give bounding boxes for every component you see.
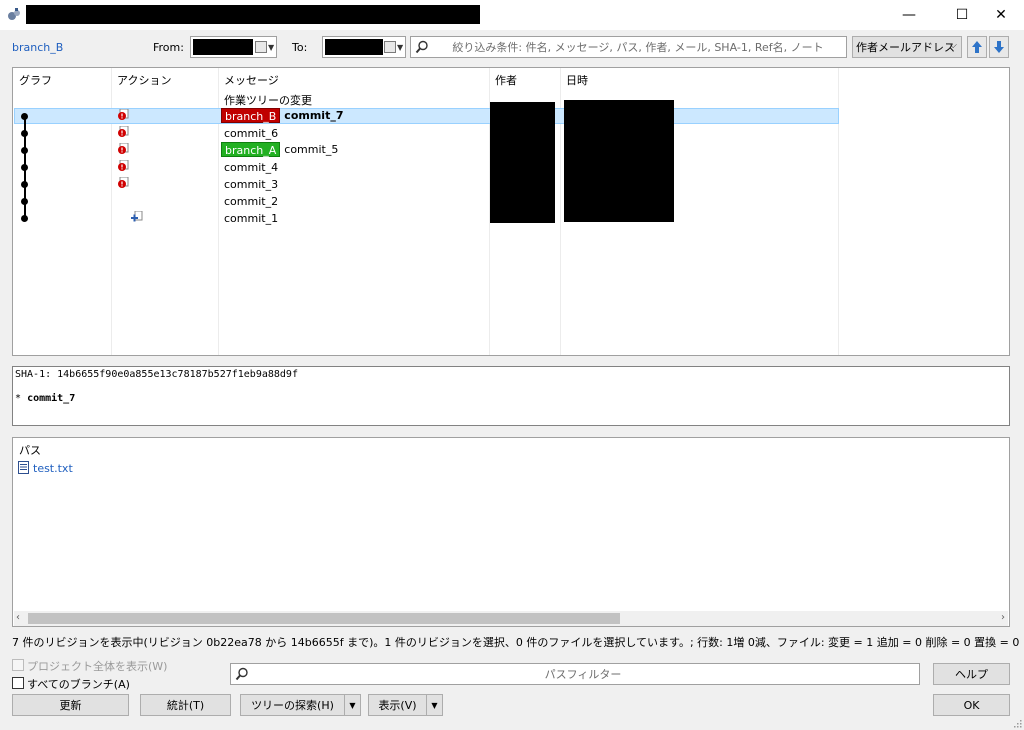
statistics-button[interactable]: 統計(T) bbox=[140, 694, 231, 716]
ref-label-branch-b[interactable]: branch_B bbox=[221, 108, 281, 123]
modified-icon bbox=[118, 143, 129, 154]
graph-node bbox=[21, 215, 28, 222]
horizontal-scrollbar[interactable]: ‹ › bbox=[14, 611, 1008, 626]
graph-node bbox=[21, 198, 28, 205]
status-text: 7 件のリビジョンを表示中(リビジョン 0b22ea78 から 14b6655f… bbox=[12, 636, 1020, 649]
author-column-redacted bbox=[490, 102, 555, 223]
graph-node bbox=[21, 181, 28, 188]
tree-explore-label: ツリーの探索(H) bbox=[251, 699, 334, 712]
commit-message-pane[interactable]: SHA-1: 14b6655f90e0a855e13c78187b527f1eb… bbox=[12, 366, 1010, 426]
close-button[interactable]: ✕ bbox=[978, 0, 1024, 30]
to-date-picker[interactable]: ▼ bbox=[322, 36, 406, 58]
to-label: To: bbox=[292, 41, 308, 54]
chevron-down-icon[interactable]: ▼ bbox=[426, 695, 442, 715]
column-message[interactable]: メッセージ bbox=[224, 72, 279, 88]
chevron-down-icon: ⌵ bbox=[949, 40, 957, 51]
chevron-down-icon[interactable]: ▼ bbox=[344, 695, 360, 715]
scroll-left-icon[interactable]: ‹ bbox=[16, 612, 20, 623]
added-icon bbox=[131, 211, 143, 222]
modified-icon bbox=[118, 177, 129, 188]
path-filter-box[interactable] bbox=[230, 663, 920, 685]
ref-label-branch-a[interactable]: branch_A bbox=[221, 142, 281, 157]
filter-field-value: 作者メールアドレス bbox=[856, 41, 955, 54]
ok-button[interactable]: OK bbox=[933, 694, 1010, 716]
arrow-up-icon bbox=[972, 41, 982, 53]
message-commit-2[interactable]: commit_2 bbox=[224, 195, 278, 208]
log-row[interactable]: branch_A commit_5 bbox=[221, 142, 338, 157]
help-button[interactable]: ヘルプ bbox=[933, 663, 1010, 685]
window-title-redacted bbox=[26, 5, 480, 24]
chevron-down-icon: ▼ bbox=[268, 43, 275, 52]
message-working-tree[interactable]: 作業ツリーの変更 bbox=[224, 92, 312, 108]
column-author[interactable]: 作者 bbox=[495, 72, 517, 88]
from-date-redacted bbox=[193, 39, 253, 55]
graph-node bbox=[21, 147, 28, 154]
chevron-down-icon: ▼ bbox=[397, 43, 404, 52]
calendar-icon bbox=[384, 41, 396, 53]
graph-node bbox=[21, 164, 28, 171]
scrollbar-thumb[interactable] bbox=[28, 613, 620, 624]
show-whole-project-checkbox[interactable] bbox=[12, 659, 24, 671]
resize-grip-icon[interactable] bbox=[1012, 718, 1022, 728]
calendar-icon bbox=[255, 41, 267, 53]
search-input[interactable] bbox=[433, 38, 843, 56]
all-branches-checkbox[interactable] bbox=[12, 677, 24, 689]
next-match-button[interactable] bbox=[989, 36, 1009, 58]
changed-files-list[interactable]: パス test.txt ‹ › bbox=[12, 437, 1010, 627]
minimize-button[interactable]: — bbox=[886, 0, 932, 30]
from-label: From: bbox=[153, 41, 184, 54]
modified-icon bbox=[118, 160, 129, 171]
show-whole-project-label: プロジェクト全体を表示(W) bbox=[27, 660, 168, 673]
message-commit-3[interactable]: commit_3 bbox=[224, 178, 278, 191]
current-branch-link[interactable]: branch_B bbox=[12, 41, 63, 54]
from-date-picker[interactable]: ▼ bbox=[190, 36, 277, 58]
message-commit-7: commit_7 bbox=[284, 109, 344, 122]
all-branches-label: すべてのブランチ(A) bbox=[27, 678, 130, 691]
modified-icon bbox=[118, 109, 129, 120]
bullet: * bbox=[15, 393, 22, 404]
date-column-redacted bbox=[564, 100, 674, 222]
message-commit-6[interactable]: commit_6 bbox=[224, 127, 278, 140]
column-graph[interactable]: グラフ bbox=[19, 72, 52, 88]
path-filter-input[interactable] bbox=[253, 665, 913, 683]
column-path[interactable]: パス bbox=[19, 442, 41, 458]
view-label: 表示(V) bbox=[378, 699, 417, 712]
previous-match-button[interactable] bbox=[967, 36, 987, 58]
revision-log-list[interactable]: グラフ アクション メッセージ 作者 日時 作業ツリーの変更 branch_B … bbox=[12, 67, 1010, 356]
tree-explore-split-button[interactable]: ツリーの探索(H) ▼ bbox=[240, 694, 361, 716]
search-icon bbox=[415, 40, 428, 54]
graph-node bbox=[21, 113, 28, 120]
app-icon bbox=[8, 8, 20, 20]
column-date[interactable]: 日時 bbox=[566, 72, 588, 88]
message-commit-4[interactable]: commit_4 bbox=[224, 161, 278, 174]
refresh-button[interactable]: 更新 bbox=[12, 694, 129, 716]
filter-field-select[interactable]: 作者メールアドレス ⌵ bbox=[852, 36, 962, 58]
view-split-button[interactable]: 表示(V) ▼ bbox=[368, 694, 443, 716]
column-actions[interactable]: アクション bbox=[117, 72, 171, 88]
search-icon bbox=[235, 667, 248, 681]
commit-subject-line: * commit_7 bbox=[15, 393, 75, 404]
scroll-right-icon[interactable]: › bbox=[1001, 612, 1005, 623]
graph-node bbox=[21, 130, 28, 137]
arrow-down-icon bbox=[994, 41, 1004, 53]
to-date-redacted bbox=[325, 39, 383, 55]
modified-icon bbox=[118, 126, 129, 137]
message-commit-1[interactable]: commit_1 bbox=[224, 212, 278, 225]
log-search-box[interactable] bbox=[410, 36, 847, 58]
message-commit-5: commit_5 bbox=[284, 143, 339, 156]
file-item[interactable]: test.txt bbox=[33, 462, 73, 475]
log-row-selected[interactable]: branch_B commit_7 bbox=[221, 108, 343, 123]
sha-line: SHA-1: 14b6655f90e0a855e13c78187b527f1eb… bbox=[15, 369, 298, 380]
text-file-icon bbox=[18, 461, 29, 474]
commit-subject: commit_7 bbox=[27, 393, 76, 404]
selected-row-highlight bbox=[14, 108, 839, 124]
